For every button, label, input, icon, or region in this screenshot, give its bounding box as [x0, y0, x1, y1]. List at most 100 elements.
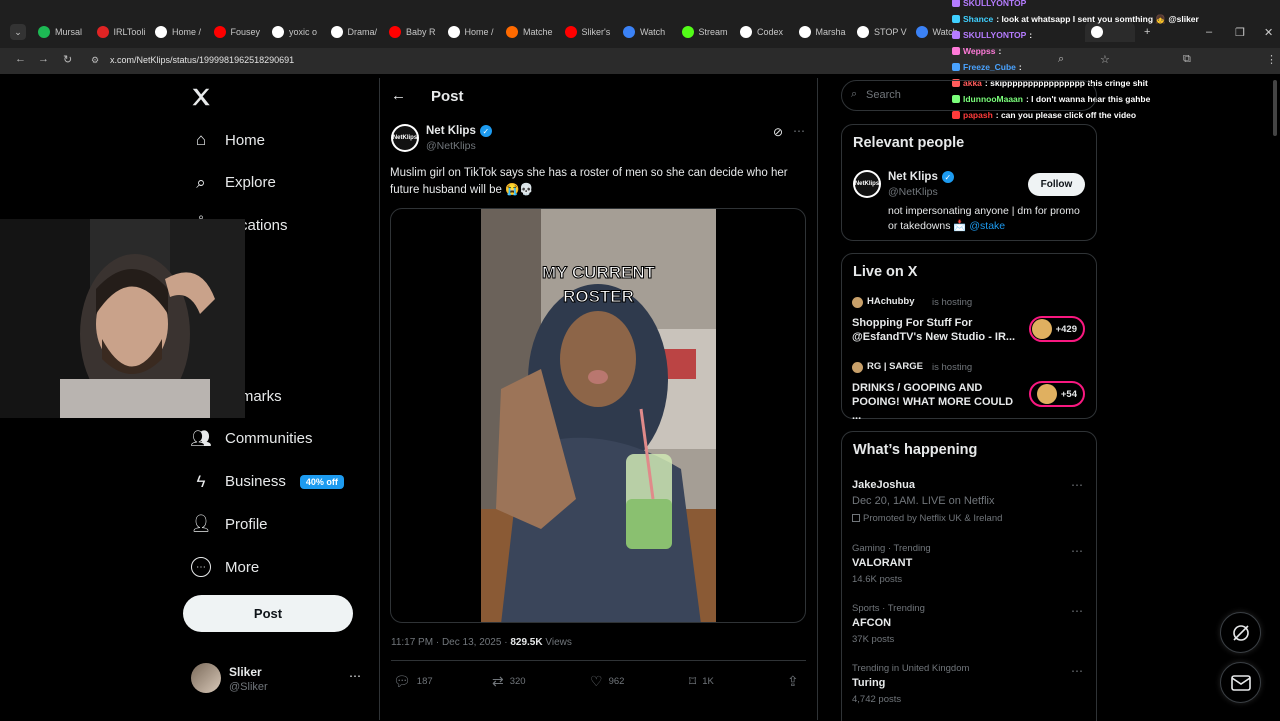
- bookmark-button[interactable]: ⌑ 1K: [689, 673, 714, 690]
- relevant-name-text: Net Klips: [888, 171, 938, 183]
- search-icon: ⌕: [196, 172, 206, 192]
- webcam-overlay: [0, 219, 245, 418]
- video-player[interactable]: MY CURRENT ROSTER: [390, 208, 806, 623]
- active-browser-tab[interactable]: [1085, 22, 1135, 42]
- nav-item-person[interactable]: 👤︎ Profile: [190, 514, 267, 534]
- browser-tab[interactable]: Fousey: [213, 22, 268, 42]
- live-item[interactable]: HAchubby is hosting Shopping For Stuff For…: [852, 296, 1087, 348]
- browser-tab[interactable]: Sliker's: [564, 22, 619, 42]
- extensions-icon[interactable]: ⧉: [1183, 53, 1191, 66]
- trend-name: AFCON: [852, 617, 892, 629]
- author-handle[interactable]: @NetKlips: [426, 140, 476, 152]
- live-item[interactable]: RG | SARGE is hosting DRINKS / GOOPING AND…: [852, 361, 1087, 422]
- grok-icon[interactable]: ⊘: [773, 125, 783, 139]
- author-name[interactable]: Net Klips ✓: [426, 125, 492, 137]
- more-circle-icon: ⋯: [191, 557, 211, 577]
- listener-count: +429: [1055, 323, 1077, 335]
- maximize-button[interactable]: ❐: [1235, 26, 1245, 39]
- account-handle: @Sliker: [229, 681, 268, 693]
- new-tab-button[interactable]: +: [1144, 26, 1150, 38]
- browser-tab[interactable]: Baby R: [389, 22, 443, 42]
- browser-tab[interactable]: Watch: [623, 22, 677, 42]
- chat-text: : can you please click off the video: [995, 110, 1137, 120]
- account-name: Sliker: [229, 665, 262, 679]
- post-timestamp[interactable]: 11:17 PM · Dec 13, 2025 ·: [391, 637, 510, 648]
- chat-message: Weppss:: [952, 46, 1001, 56]
- browser-tab[interactable]: Marsha: [798, 22, 853, 42]
- relevant-name[interactable]: Net Klips ✓: [888, 171, 954, 183]
- tab-label: Home /: [464, 27, 494, 37]
- search-input[interactable]: ⌕ Search: [841, 80, 1097, 111]
- grok-icon: [1232, 624, 1249, 641]
- live-listener-badge[interactable]: +429: [1029, 316, 1085, 342]
- tab-favicon-icon: [213, 26, 226, 38]
- like-button[interactable]: ♡ 962: [590, 673, 624, 690]
- site-info-icon[interactable]: ⚙: [91, 55, 99, 66]
- author-name-text: Net Klips: [426, 125, 476, 137]
- browser-tab[interactable]: Mursal: [38, 22, 92, 42]
- browser-tab[interactable]: Home /: [447, 22, 502, 42]
- browser-tab[interactable]: IRLTooli: [96, 22, 151, 42]
- zoom-icon[interactable]: ⌕: [1058, 53, 1064, 66]
- grok-floating-button[interactable]: [1220, 612, 1261, 653]
- relevant-handle[interactable]: @NetKlips: [888, 186, 938, 198]
- close-window-button[interactable]: ✕: [1264, 26, 1273, 39]
- nav-item-home[interactable]: ⌂ Home: [191, 130, 265, 150]
- browser-tab[interactable]: STOP V: [857, 22, 911, 42]
- messages-floating-button[interactable]: [1220, 662, 1261, 703]
- url-field[interactable]: x.com/NetKlips/status/199998196251829069…: [110, 55, 294, 65]
- browser-tab[interactable]: Stream: [681, 22, 736, 42]
- menu-icon[interactable]: ⋮: [1266, 53, 1277, 66]
- browser-tab[interactable]: Matche: [506, 22, 560, 42]
- trend-posts: 4,742 posts: [852, 694, 902, 705]
- relevant-avatar[interactable]: NetKlips: [853, 170, 881, 198]
- bookmark-icon: ⌑: [689, 673, 697, 689]
- trend-name: VALORANT: [852, 557, 913, 569]
- nav-item-more-circle[interactable]: ⋯ More: [191, 557, 259, 577]
- bio-link[interactable]: @stake: [969, 220, 1005, 232]
- share-icon: ⇪: [787, 673, 799, 689]
- listener-avatar: [1036, 384, 1057, 404]
- nav-item-label: Home: [225, 131, 266, 149]
- chat-message: SKULLYONTOP:: [952, 30, 1032, 40]
- browser-tab[interactable]: yoxic o: [272, 22, 326, 42]
- tab-search-button[interactable]: ⌄: [10, 24, 26, 40]
- trend-more-icon[interactable]: ⋯: [1071, 664, 1083, 678]
- trend-more-icon[interactable]: ⋯: [1071, 604, 1083, 618]
- trend-more-icon[interactable]: ⋯: [1071, 544, 1083, 558]
- live-listener-badge[interactable]: +54: [1029, 381, 1085, 407]
- minimize-button[interactable]: –: [1206, 26, 1212, 38]
- verified-badge-icon: ✓: [941, 171, 954, 183]
- more-dots-icon[interactable]: ⋯: [349, 669, 361, 683]
- browser-tab[interactable]: Codex: [740, 22, 794, 42]
- bookmark-star-icon[interactable]: ☆: [1100, 53, 1110, 66]
- promo-trend-meta: Dec 20, 1AM. LIVE on Netflix: [852, 495, 995, 507]
- repost-button[interactable]: ⇄ 320: [492, 673, 526, 690]
- post-more-icon[interactable]: ⋯: [793, 124, 805, 138]
- nav-item-lightning[interactable]: ϟ Business 40% off: [191, 472, 344, 492]
- account-switcher[interactable]: Sliker @Sliker ⋯: [191, 663, 366, 697]
- tab-label: Mursal: [55, 27, 83, 37]
- back-arrow-icon[interactable]: ←: [391, 87, 406, 104]
- promo-trend-name[interactable]: JakeJoshua: [852, 479, 915, 491]
- trend-posts: 14.6K posts: [852, 574, 903, 585]
- promo-more-icon[interactable]: ⋯: [1071, 478, 1083, 492]
- browser-tab[interactable]: Drama/: [330, 22, 385, 42]
- browser-tab[interactable]: Home /: [155, 22, 209, 42]
- nav-item-communities[interactable]: 👥︎ Communities: [190, 429, 312, 449]
- tab-favicon-icon: [506, 26, 518, 38]
- back-icon[interactable]: ←: [15, 53, 26, 65]
- reload-icon[interactable]: ↻: [63, 53, 72, 66]
- live-title-text: DRINKS / GOOPING AND POOING! WHAT MORE C…: [852, 382, 1014, 422]
- x-logo-icon[interactable]: [190, 86, 212, 108]
- post-button[interactable]: Post: [183, 595, 353, 632]
- author-avatar[interactable]: NetKlips: [391, 124, 419, 152]
- forward-icon[interactable]: →: [38, 53, 49, 65]
- reply-button[interactable]: 💬︎ 187: [393, 673, 433, 690]
- share-button[interactable]: ⇪: [787, 673, 799, 690]
- page-scrollbar[interactable]: [1273, 80, 1277, 136]
- tab-label: IRLTooli: [113, 27, 146, 37]
- follow-button[interactable]: Follow: [1028, 173, 1085, 196]
- listener-count: +54: [1060, 388, 1077, 400]
- nav-item-search[interactable]: ⌕ Explore: [191, 173, 276, 193]
